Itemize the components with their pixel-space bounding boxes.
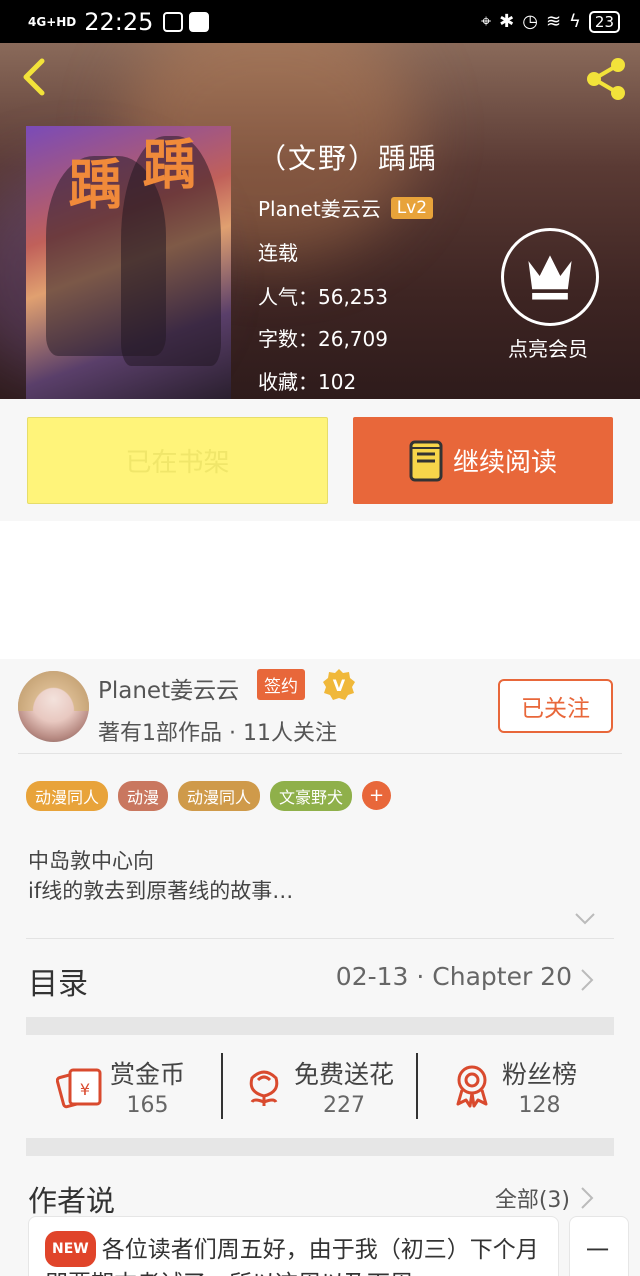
- tag[interactable]: 文豪野犬: [270, 781, 353, 811]
- svg-text:V: V: [333, 676, 346, 695]
- clock: 22:25: [84, 7, 154, 36]
- spacer: [0, 521, 640, 659]
- signed-badge: 签约: [257, 669, 305, 700]
- status-icons: ⌖ ✱ ◷ ≋ ϟ 23: [480, 10, 620, 33]
- red-envelope-icon: ¥: [56, 1068, 102, 1109]
- latest-chapter[interactable]: 02-13 · Chapter 20: [336, 962, 572, 991]
- book-title: （文野）踽踽: [258, 142, 439, 175]
- charging-icon: ϟ: [569, 11, 581, 32]
- divider: [221, 1053, 223, 1119]
- book-header: 踽 踽 （文野）踽踽 Planet姜云云 Lv2 连载 人气：56,253 字数…: [0, 43, 640, 399]
- stat-label: 粉丝榜: [502, 1059, 578, 1089]
- verified-badge-icon: V: [323, 669, 355, 700]
- continue-reading-label: 继续阅读: [452, 448, 557, 478]
- network-indicator: 4G+HD: [28, 14, 77, 29]
- stat-label: 免费送花: [294, 1059, 395, 1089]
- author-note-card[interactable]: 一: [569, 1216, 629, 1276]
- book-word-count: 字数：26,709: [258, 327, 388, 351]
- stat-value: 165: [126, 1092, 169, 1118]
- battery-indicator: 23: [588, 10, 620, 33]
- location-icon: ⌖: [480, 11, 492, 32]
- book-cover[interactable]: 踽 踽: [26, 126, 231, 399]
- status-bar: 4G+HD 22:25 ⌖ ✱ ◷ ≋ ϟ 23: [0, 0, 640, 43]
- continue-reading-button[interactable]: 继续阅读: [353, 417, 613, 504]
- author-summary: 著有1部作品 · 11人关注: [98, 721, 337, 746]
- section-separator: [26, 1138, 614, 1156]
- author-note-card[interactable]: NEW各位读者们周五好，由于我（初三）下个月即要期末考试了，所以这周以及下周: [28, 1216, 559, 1276]
- cover-title-char: 踽: [133, 136, 196, 190]
- divider: [26, 938, 614, 939]
- cover-title-char: 踽: [59, 156, 122, 210]
- author-note-text: 一: [586, 1238, 609, 1264]
- action-bar: 已在书架 继续阅读: [0, 399, 640, 521]
- book-favorites: 收藏：102: [258, 370, 357, 394]
- description-line: 中岛敦中心向: [28, 849, 154, 873]
- book-description: 中岛敦中心向 if线的敦去到原著线的故事…: [28, 846, 293, 906]
- book-popularity: 人气：56,253: [258, 285, 388, 309]
- author-card[interactable]: Planet姜云云 签约 V 著有1部作品 · 11人关注 已关注: [0, 659, 640, 755]
- send-flower-button[interactable]: 免费送花 227: [240, 1053, 394, 1119]
- divider: [416, 1053, 418, 1119]
- stat-value: 227: [323, 1092, 365, 1118]
- message-icon: [189, 11, 210, 32]
- book-icon: [409, 440, 443, 481]
- author-says-all-link[interactable]: 全部(3): [495, 1182, 570, 1214]
- flower-icon: [249, 1070, 279, 1106]
- tag[interactable]: 动漫同人: [26, 781, 109, 811]
- medal-icon: [456, 1065, 488, 1108]
- section-separator: [26, 1017, 614, 1035]
- chevron-right-icon[interactable]: [580, 968, 594, 992]
- description-line: if线的敦去到原著线的故事…: [28, 879, 294, 903]
- wifi-icon: ≋: [545, 11, 562, 32]
- author-name[interactable]: Planet姜云云: [98, 671, 239, 705]
- vip-label[interactable]: 点亮会员: [508, 333, 588, 362]
- share-icon[interactable]: [582, 55, 630, 103]
- back-icon[interactable]: [14, 55, 54, 99]
- stat-value: 128: [518, 1092, 561, 1118]
- bluetooth-icon: ✱: [499, 11, 515, 32]
- notification-icon: [163, 11, 184, 32]
- new-badge: NEW: [45, 1231, 96, 1267]
- chevron-down-icon[interactable]: [574, 912, 596, 926]
- in-shelf-button[interactable]: 已在书架: [27, 417, 328, 504]
- follow-button[interactable]: 已关注: [498, 679, 613, 733]
- crown-icon[interactable]: [501, 228, 599, 326]
- divider: [18, 753, 622, 754]
- level-badge: Lv2: [390, 196, 434, 219]
- chevron-right-icon[interactable]: [580, 1186, 594, 1210]
- catalog-title[interactable]: 目录: [28, 959, 88, 1003]
- book-author[interactable]: Planet姜云云: [258, 193, 381, 222]
- fan-ranking-button[interactable]: 粉丝榜 128: [448, 1053, 577, 1119]
- book-author-line: Planet姜云云 Lv2: [258, 193, 434, 222]
- book-status: 连载: [258, 241, 298, 265]
- avatar[interactable]: [18, 671, 89, 742]
- svg-text:¥: ¥: [80, 1080, 90, 1099]
- alarm-icon: ◷: [522, 11, 538, 32]
- author-note-text: 各位读者们周五好，由于我（初三）下个月即要期末考试了，所以这周以及下周: [45, 1237, 539, 1276]
- tag[interactable]: 动漫: [118, 781, 169, 811]
- reward-coins-button[interactable]: ¥ 赏金币 165: [56, 1053, 185, 1119]
- add-tag-button[interactable]: +: [362, 781, 392, 810]
- tag[interactable]: 动漫同人: [178, 781, 261, 811]
- tag-list: 动漫同人 动漫 动漫同人 文豪野犬 +: [26, 781, 392, 811]
- author-says-title: 作者说: [28, 1184, 116, 1218]
- stat-label: 赏金币: [110, 1059, 186, 1089]
